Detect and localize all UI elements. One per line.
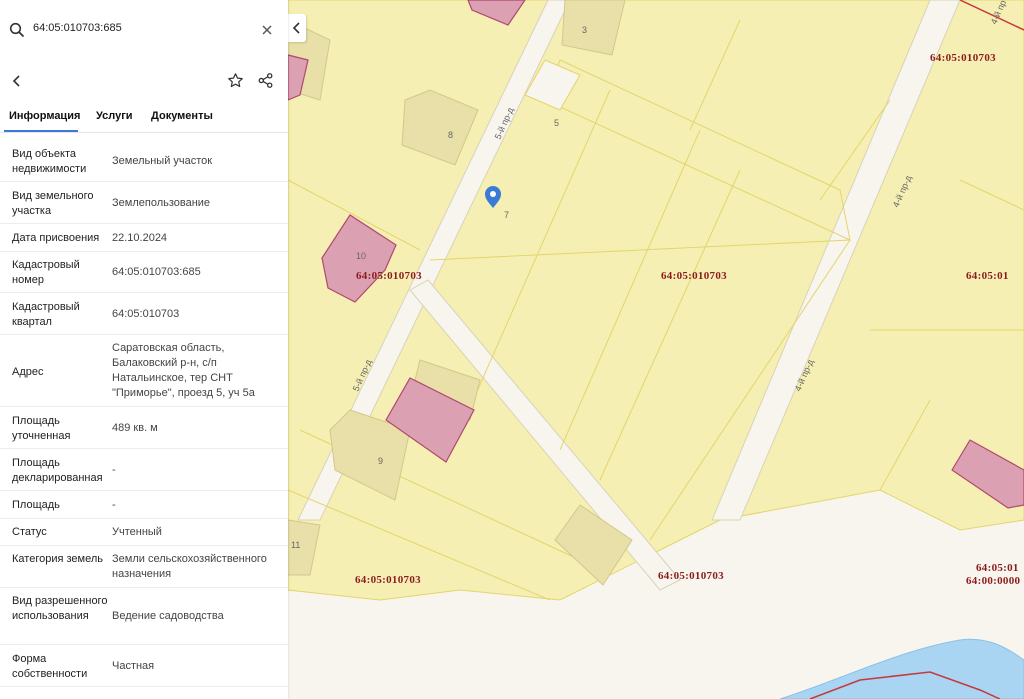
detail-label: Кадастровый квартал [12,301,80,328]
divider [0,223,288,224]
detail-value[interactable]: 64:05:010703 [112,307,282,322]
detail-label: Форма собственности [12,653,88,680]
divider [0,334,288,335]
parcel-number-3: 3 [582,25,587,35]
detail-label: Площадь уточненная [12,415,71,442]
tab-info[interactable]: Информация [9,110,80,122]
divider [0,406,288,407]
divider [0,181,288,182]
collapse-panel-button[interactable] [288,14,306,42]
parcel-number-5: 5 [554,118,559,128]
chevron-left-icon [292,22,300,34]
detail-value: Земельный участок [112,155,213,167]
divider [0,132,288,133]
detail-label: Дата присвоения [12,232,100,244]
detail-value: Ведение садоводства [112,610,224,622]
parcel-number-11: 11 [291,540,300,550]
quarter-label: 64:05:010703 [658,570,724,582]
divider [0,251,288,252]
detail-value: Учтенный [112,526,162,538]
quarter-label: 64:05:010703 [930,52,996,64]
detail-label: Вид разрешенного использования [12,595,108,622]
detail-label: Адрес [12,366,44,378]
back-arrow-icon[interactable] [10,73,24,89]
close-icon[interactable] [260,23,274,37]
detail-label: Площадь декларированная [12,457,103,484]
detail-label: Кадастровый номер [12,259,80,286]
search-bar[interactable]: 64:05:010703:685 [0,12,288,48]
detail-label: Вид земельного участка [12,190,94,217]
divider [0,545,288,546]
detail-value: 22.10.2024 [112,232,168,244]
tab-services[interactable]: Услуги [96,110,133,122]
parcel-number-8: 8 [448,130,453,140]
share-icon[interactable] [258,73,273,88]
divider [0,644,288,645]
tab-documents[interactable]: Документы [151,110,213,122]
quarter-label: 64:05:010703 [355,574,421,586]
quarter-label: 64:05:010703 [661,270,727,282]
detail-label: Категория земель [12,553,103,565]
detail-value: Саратовская область, Балаковский р-н, с/… [112,342,255,399]
detail-value: Земли сельскохозяйственного назначения [112,553,267,580]
quarter-label: 64:05:01 [966,270,1009,282]
detail-value: - [112,464,116,476]
search-icon [9,22,25,38]
quarter-label: 64:00:0000 [966,575,1021,587]
divider [0,292,288,293]
divider [0,518,288,519]
divider [0,490,288,491]
parcel-number-10: 10 [356,251,366,261]
detail-value[interactable]: 64:05:010703:685 [112,265,282,280]
detail-label: Вид объекта недвижимости [12,148,87,175]
search-input[interactable]: 64:05:010703:685 [33,22,122,34]
parcel-number-7: 7 [504,210,509,220]
detail-value: - [112,499,116,511]
detail-value: Частная [112,660,155,672]
detail-value: Землепользование [112,197,211,209]
info-panel: 64:05:010703:685 Информация Услуги Докум… [0,0,288,699]
favorite-star-icon[interactable] [227,72,244,89]
tab-bar: Информация Услуги Документы [0,104,288,132]
divider [0,686,288,687]
quarter-label: 64:05:010703 [356,270,422,282]
detail-label: Статус [12,526,47,538]
divider [0,448,288,449]
detail-label: Площадь [12,499,60,511]
parcel-number-9: 9 [378,456,383,466]
quarter-label: 64:05:01 [976,562,1019,574]
divider [0,587,288,588]
detail-value: 489 кв. м [112,422,158,434]
